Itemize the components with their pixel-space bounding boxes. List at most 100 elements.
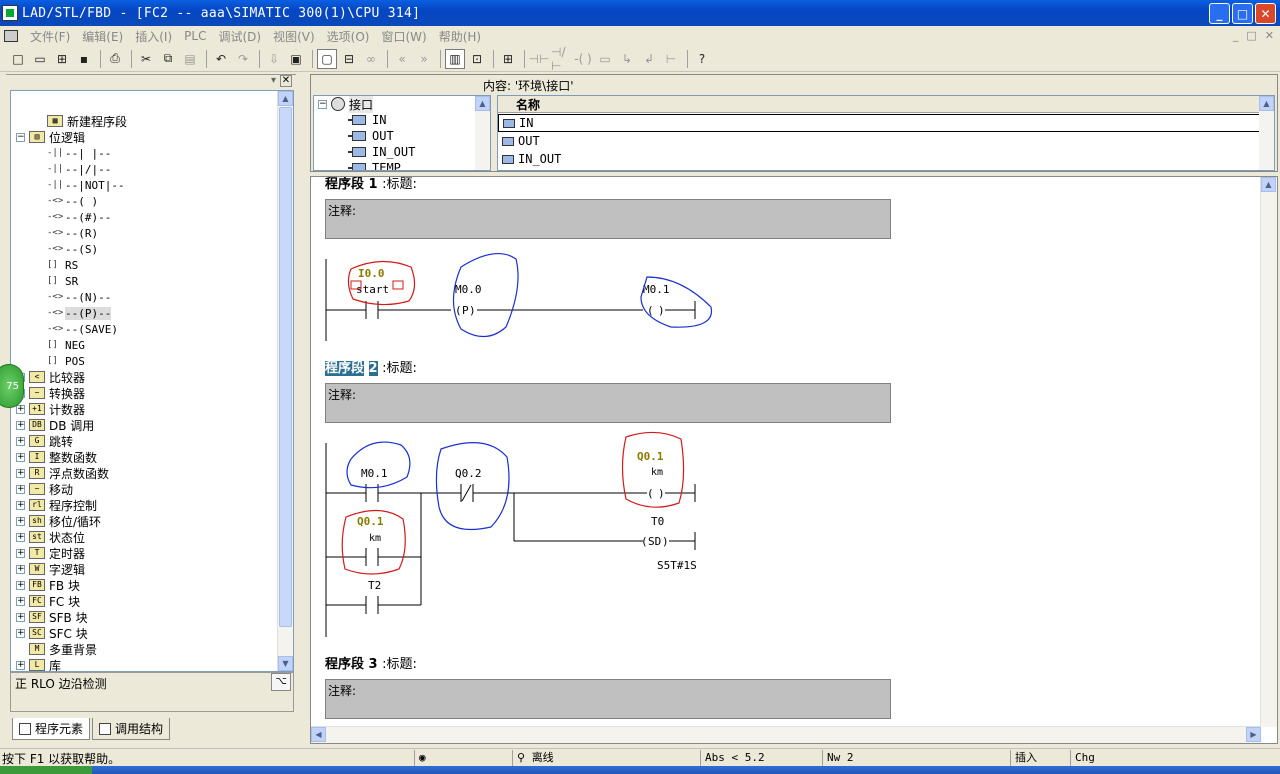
panel-pin-icon[interactable]: ▾	[271, 75, 276, 86]
cut-icon[interactable]: ✂	[136, 49, 156, 69]
paste-icon[interactable]: ▤	[180, 49, 200, 69]
editor-vertical-scrollbar[interactable]: ▲	[1260, 177, 1277, 727]
interface-grid-scrollbar[interactable]: ▲	[1259, 96, 1274, 170]
tree-item-bit-logic-element[interactable]: -<> --(SAVE)	[11, 321, 277, 337]
tree-item-bit-logic-element[interactable]: [] SR	[11, 273, 277, 289]
expand-icon[interactable]: +	[16, 612, 25, 622]
tree-item-bit-logic-element[interactable]: -<> --(R)	[11, 225, 277, 241]
tree-item-bit-logic[interactable]: − ▥ 位逻辑	[11, 129, 277, 145]
maximize-button[interactable]: □	[1232, 3, 1253, 24]
menu-plc[interactable]: PLC	[178, 29, 212, 43]
expand-icon[interactable]: +	[16, 452, 25, 462]
network-3-comment[interactable]: 注释:	[325, 679, 891, 719]
expand-icon[interactable]: +	[16, 404, 25, 414]
scroll-up-icon[interactable]: ▲	[475, 96, 490, 111]
overview-icon[interactable]: ▢	[317, 48, 337, 69]
menu-view[interactable]: 视图(V)	[267, 28, 321, 45]
panel-close-icon[interactable]: ✕	[280, 75, 292, 87]
tree-item-group[interactable]: + rl 程序控制	[11, 497, 277, 513]
scroll-up-icon[interactable]: ▲	[1259, 96, 1274, 111]
expand-icon[interactable]: +	[16, 500, 25, 510]
scroll-right-icon[interactable]: ▶	[1246, 727, 1261, 742]
tree-scrollbar[interactable]: ▲ ▼	[277, 91, 293, 671]
tree-item-group[interactable]: + L 库	[11, 657, 277, 671]
menu-file[interactable]: 文件(F)	[24, 28, 76, 45]
interface-tree-in[interactable]: IN	[314, 112, 490, 128]
scroll-left-icon[interactable]: ◀	[311, 727, 326, 742]
close-button[interactable]: ✕	[1255, 3, 1276, 24]
tree-item-group[interactable]: + FC FC 块	[11, 593, 277, 609]
save-icon[interactable]: ▪	[74, 49, 94, 69]
expand-icon[interactable]: +	[16, 420, 25, 430]
tree-item-bit-logic-element[interactable]: -|| --|NOT|--	[11, 177, 277, 193]
scroll-thumb[interactable]	[279, 107, 292, 627]
interface-grid-row[interactable]: IN_OUT	[498, 150, 1260, 168]
tree-item-bit-logic-element[interactable]: [] POS	[11, 353, 277, 369]
module-info-icon[interactable]: ⊟	[339, 49, 359, 69]
menu-debug[interactable]: 调试(D)	[212, 28, 267, 45]
accessible-nodes-icon[interactable]: ⊞	[52, 49, 72, 69]
print-icon[interactable]: ⎙	[105, 49, 125, 69]
tree-item-group[interactable]: +<比较器	[11, 369, 277, 385]
tree-item-group[interactable]: + sh 移位/循环	[11, 513, 277, 529]
tree-item-bit-logic-element[interactable]: -<> --(N)--	[11, 289, 277, 305]
scroll-down-icon[interactable]: ▼	[278, 656, 293, 671]
mdi-minimize-button[interactable]: _	[1233, 29, 1239, 42]
tree-item-group[interactable]: + G 跳转	[11, 433, 277, 449]
expand-icon[interactable]: +	[16, 532, 25, 542]
expand-icon[interactable]: +	[16, 660, 25, 670]
open-icon[interactable]: ▭	[30, 49, 50, 69]
box-icon[interactable]: ▭	[595, 49, 615, 69]
undo-icon[interactable]: ↶	[211, 49, 231, 69]
menu-insert[interactable]: 插入(I)	[129, 28, 178, 45]
tree-item-bit-logic-element[interactable]: -|| --|/|--	[11, 161, 277, 177]
interface-grid-row[interactable]: IN	[498, 114, 1260, 132]
menu-edit[interactable]: 编辑(E)	[76, 28, 129, 45]
minimize-button[interactable]: _	[1209, 3, 1230, 24]
branch-close-icon[interactable]: ↲	[639, 49, 659, 69]
tree-item-group[interactable]: + +1 计数器	[11, 401, 277, 417]
new-icon[interactable]: □	[8, 49, 28, 69]
expand-icon[interactable]: +	[16, 436, 25, 446]
interface-grid-row[interactable]: OUT	[498, 132, 1260, 150]
notification-badge[interactable]: 75	[0, 364, 24, 408]
expand-icon[interactable]: +	[16, 628, 25, 638]
collapse-icon[interactable]: −	[16, 132, 25, 142]
menu-window[interactable]: 窗口(W)	[375, 28, 432, 45]
scroll-up-icon[interactable]: ▲	[1261, 177, 1276, 192]
menu-options[interactable]: 选项(O)	[321, 28, 376, 45]
tree-item-group[interactable]: M 多重背景	[11, 641, 277, 657]
ladder-icon[interactable]: ▥	[445, 48, 465, 69]
branch-open-icon[interactable]: ↳	[617, 49, 637, 69]
mdi-close-button[interactable]: ✕	[1265, 29, 1274, 42]
tab-call-structure[interactable]: 调用结构	[92, 718, 171, 740]
interface-tree-in-out[interactable]: IN_OUT	[314, 144, 490, 160]
tree-item-group[interactable]: + R 浮点数函数	[11, 465, 277, 481]
mdi-system-menu-icon[interactable]	[4, 30, 18, 42]
tab-program-elements[interactable]: 程序元素	[12, 718, 91, 740]
expand-icon[interactable]: +	[16, 468, 25, 478]
interface-tree-scrollbar[interactable]: ▲	[475, 96, 490, 170]
tree-item-group[interactable]: + SC SFC 块	[11, 625, 277, 641]
tree-item-group[interactable]: + DB DB 调用	[11, 417, 277, 433]
tree-item-group[interactable]: + st 状态位	[11, 529, 277, 545]
scroll-up-icon[interactable]: ▲	[278, 91, 293, 106]
monitoring-glasses-icon[interactable]: ∞	[361, 49, 381, 69]
tree-item-bit-logic-element[interactable]: -|| --| |--	[11, 145, 277, 161]
tree-item-group[interactable]: + FB FB 块	[11, 577, 277, 593]
expand-icon[interactable]: +	[16, 548, 25, 558]
tree-item-group[interactable]: + ~ 移动	[11, 481, 277, 497]
tree-item-group[interactable]: +~转换器	[11, 385, 277, 401]
tree-item-group[interactable]: + T 定时器	[11, 545, 277, 561]
last-network-icon[interactable]: »	[414, 49, 434, 69]
tree-item-bit-logic-element[interactable]: -<> --(P)--	[11, 305, 277, 321]
expand-icon[interactable]: +	[16, 516, 25, 526]
column-header-name[interactable]: 名称	[498, 96, 1260, 113]
collapse-icon[interactable]: −	[318, 99, 327, 109]
help-icon[interactable]: ?	[692, 49, 712, 69]
tree-item-new-network[interactable]: ▦ 新建程序段	[11, 113, 277, 129]
monitor-icon[interactable]: ▣	[286, 49, 306, 69]
nc-contact-icon[interactable]: ⊣/⊢	[551, 45, 571, 73]
download-icon[interactable]: ⇩	[264, 49, 284, 69]
first-network-icon[interactable]: «	[392, 49, 412, 69]
